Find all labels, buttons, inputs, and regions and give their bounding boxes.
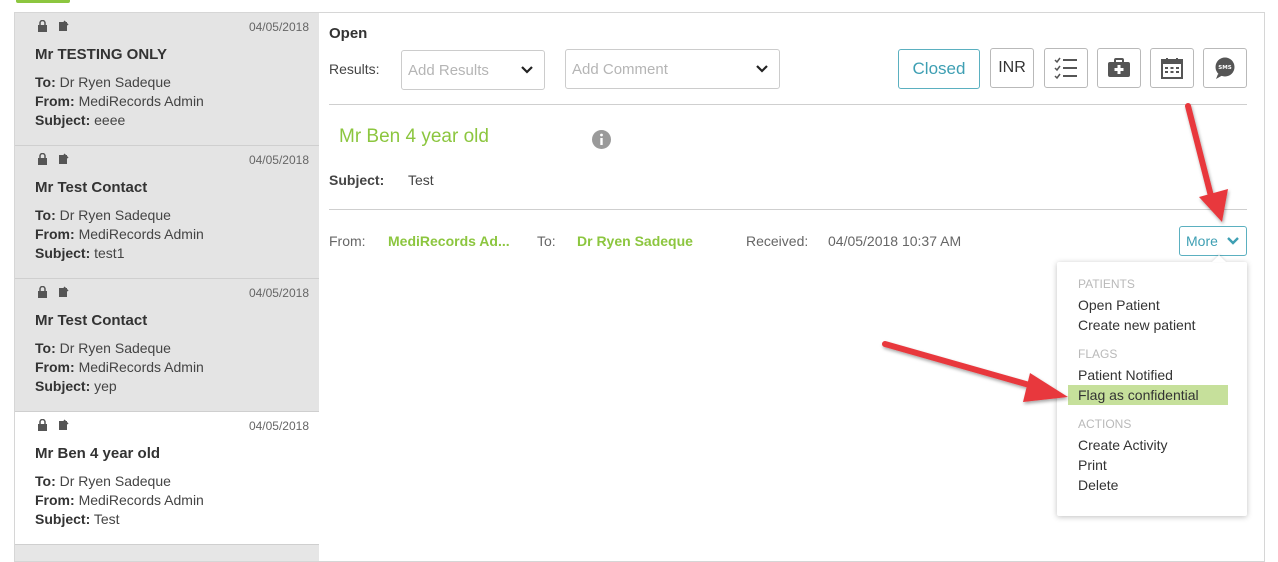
note-icon xyxy=(59,286,69,297)
menu-item-delete[interactable]: Delete xyxy=(1078,477,1118,493)
inr-button[interactable]: INR xyxy=(990,48,1034,88)
comment-placeholder: Add Comment xyxy=(572,61,668,78)
to-label: To: xyxy=(537,233,556,249)
message-date: 04/05/2018 xyxy=(248,153,309,167)
more-dropdown-menu: PATIENTS Open Patient Create new patient… xyxy=(1057,262,1247,516)
message-date: 04/05/2018 xyxy=(248,20,309,34)
sms-icon: SMS xyxy=(1215,57,1235,79)
medical-kit-button[interactable] xyxy=(1097,48,1141,88)
message-list-item[interactable]: 04/05/2018 Mr Test Contact To: Dr Ryen S… xyxy=(15,279,319,412)
more-label: More xyxy=(1186,233,1218,249)
menu-section-flags: FLAGS xyxy=(1078,347,1118,361)
results-placeholder: Add Results xyxy=(408,62,489,79)
message-list-item[interactable]: 04/05/2018 Mr TESTING ONLY To: Dr Ryen S… xyxy=(15,13,319,146)
lock-icon xyxy=(38,419,47,431)
info-icon[interactable] xyxy=(592,130,611,149)
message-subject: Subject: yep xyxy=(35,378,117,394)
message-from: From: MediRecords Admin xyxy=(35,93,204,109)
message-patient-name: Mr TESTING ONLY xyxy=(35,46,167,63)
chevron-down-icon xyxy=(521,66,533,74)
menu-item-create-activity[interactable]: Create Activity xyxy=(1078,437,1167,453)
from-value: MediRecords Ad... xyxy=(388,233,510,249)
message-patient-name: Mr Test Contact xyxy=(35,312,148,329)
chevron-down-icon xyxy=(756,65,768,73)
checklist-button[interactable] xyxy=(1044,48,1088,88)
note-icon xyxy=(59,153,69,164)
lock-icon xyxy=(38,20,47,32)
closed-button[interactable]: Closed xyxy=(898,49,980,89)
subject-value: Test xyxy=(408,172,434,188)
note-icon xyxy=(59,20,69,31)
lock-icon xyxy=(38,153,47,165)
message-to: To: Dr Ryen Sadeque xyxy=(35,340,171,356)
subject-label: Subject: xyxy=(329,172,385,188)
menu-item-create-patient[interactable]: Create new patient xyxy=(1078,317,1196,333)
menu-section-patients: PATIENTS xyxy=(1078,277,1135,291)
message-date: 04/05/2018 xyxy=(248,286,309,300)
top-tab-indicator xyxy=(16,0,70,3)
chevron-down-icon xyxy=(1227,237,1239,245)
divider xyxy=(329,104,1247,105)
to-value: Dr Ryen Sadeque xyxy=(577,233,693,249)
message-from: From: MediRecords Admin xyxy=(35,492,204,508)
calendar-icon xyxy=(1161,58,1183,79)
message-patient-name: Mr Ben 4 year old xyxy=(35,445,161,462)
divider xyxy=(329,209,1247,210)
message-date: 04/05/2018 xyxy=(248,419,309,433)
results-select[interactable]: Add Results xyxy=(401,50,545,90)
menu-section-actions: ACTIONS xyxy=(1078,417,1132,431)
note-icon xyxy=(59,419,69,430)
svg-text:SMS: SMS xyxy=(1218,65,1231,71)
received-value: 04/05/2018 10:37 AM xyxy=(828,233,962,249)
patient-name-link[interactable]: Mr Ben 4 year old xyxy=(339,126,489,148)
message-from: From: MediRecords Admin xyxy=(35,226,204,242)
medical-kit-icon xyxy=(1108,58,1130,77)
calendar-button[interactable] xyxy=(1150,48,1194,88)
checklist-icon xyxy=(1054,57,1077,80)
status-title: Open xyxy=(329,25,368,42)
sms-button[interactable]: SMS xyxy=(1203,48,1247,88)
more-button[interactable]: More xyxy=(1179,226,1247,256)
menu-item-print[interactable]: Print xyxy=(1078,457,1107,473)
message-list-item[interactable]: 04/05/2018 Mr Test Contact To: Dr Ryen S… xyxy=(15,146,319,279)
from-label: From: xyxy=(329,233,366,249)
message-patient-name: Mr Test Contact xyxy=(35,179,148,196)
menu-item-open-patient[interactable]: Open Patient xyxy=(1078,297,1160,313)
message-to: To: Dr Ryen Sadeque xyxy=(35,74,171,90)
menu-item-patient-notified[interactable]: Patient Notified xyxy=(1078,367,1173,383)
lock-icon xyxy=(38,286,47,298)
comment-select[interactable]: Add Comment xyxy=(565,49,780,89)
message-from: From: MediRecords Admin xyxy=(35,359,204,375)
message-to: To: Dr Ryen Sadeque xyxy=(35,473,171,489)
message-list-item-selected[interactable]: 04/05/2018 Mr Ben 4 year old To: Dr Ryen… xyxy=(15,412,319,545)
message-subject: Subject: eeee xyxy=(35,112,126,128)
message-subject: Subject: Test xyxy=(35,511,120,527)
results-label: Results: xyxy=(329,61,380,77)
received-label: Received: xyxy=(746,233,809,249)
menu-item-flag-confidential[interactable]: Flag as confidential xyxy=(1068,385,1228,405)
message-list: 04/05/2018 Mr TESTING ONLY To: Dr Ryen S… xyxy=(14,12,320,562)
message-to: To: Dr Ryen Sadeque xyxy=(35,207,171,223)
message-subject: Subject: test1 xyxy=(35,245,125,261)
